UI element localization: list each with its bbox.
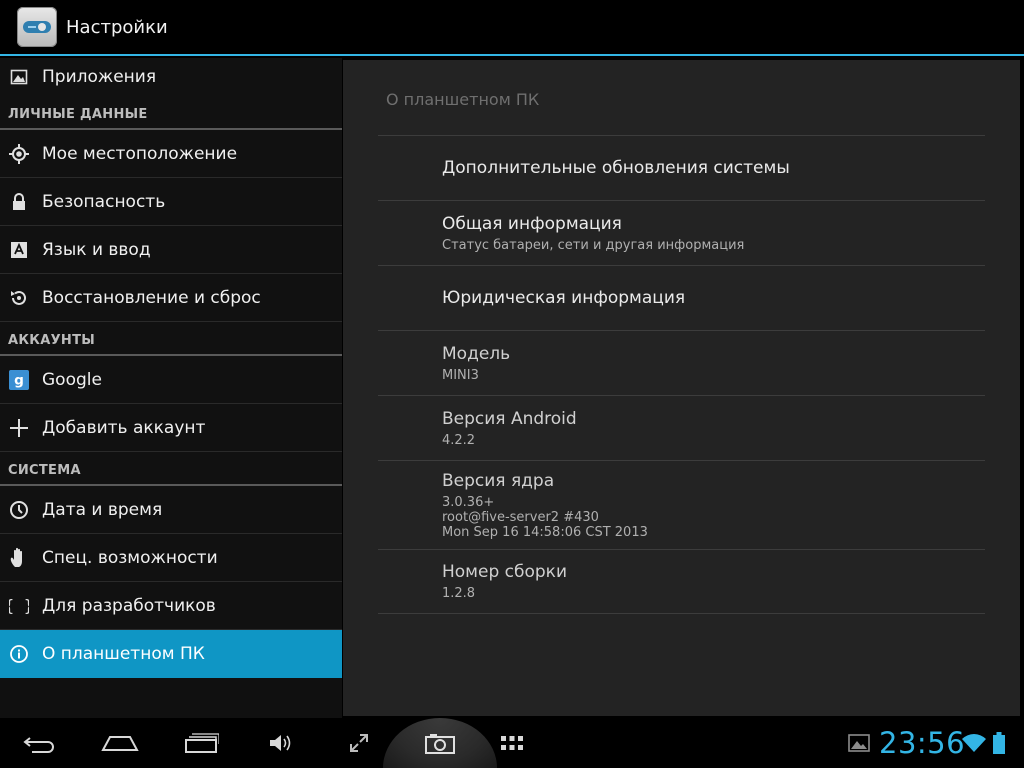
- about-list: Дополнительные обновления системы Общая …: [378, 135, 985, 614]
- list-item-model: Модель MINI3: [378, 330, 985, 395]
- clock[interactable]: 23:56: [879, 726, 965, 760]
- recent-apps-icon: [185, 733, 219, 753]
- battery-icon: [993, 732, 1005, 754]
- sidebar-item-label: Приложения: [42, 67, 157, 87]
- sidebar-item-label: Добавить аккаунт: [42, 417, 206, 438]
- recent-apps-button[interactable]: [181, 718, 221, 768]
- sidebar-item-label: Спец. возможности: [42, 547, 218, 568]
- apps-icon: [9, 67, 29, 87]
- sidebar-item-label: Дата и время: [42, 499, 163, 520]
- list-item-status[interactable]: Общая информация Статус батареи, сети и …: [378, 200, 985, 265]
- wifi-icon: [962, 734, 986, 752]
- action-bar: Настройки: [0, 0, 1024, 56]
- gallery-notification[interactable]: [846, 718, 872, 768]
- home-button[interactable]: [100, 718, 140, 768]
- sidebar-item-location[interactable]: Мое местоположение: [0, 130, 342, 178]
- sidebar-item-language[interactable]: Язык и ввод: [0, 226, 342, 274]
- list-item-summary-line2: root@five-server2 #430: [442, 509, 599, 525]
- sidebar-item-security[interactable]: Безопасность: [0, 178, 342, 226]
- svg-text:g: g: [14, 372, 24, 388]
- sidebar-item-google[interactable]: g Google: [0, 356, 342, 404]
- screenshot-button[interactable]: [420, 718, 460, 768]
- app-grid-icon: [501, 736, 523, 750]
- list-item-summary-line1: 3.0.36+: [442, 494, 495, 510]
- sidebar-item-label: Восстановление и сброс: [42, 287, 261, 308]
- sidebar-item-backup[interactable]: Восстановление и сброс: [0, 274, 342, 322]
- list-item-title: Юридическая информация: [442, 288, 686, 308]
- home-icon: [101, 736, 139, 751]
- list-item-summary-line3: Mon Sep 16 14:58:06 CST 2013: [442, 524, 648, 540]
- sidebar-item-label: Для разработчиков: [42, 595, 216, 616]
- sidebar-item-add-account[interactable]: Добавить аккаунт: [0, 404, 342, 452]
- language-icon: [9, 240, 29, 260]
- list-item-summary: Статус батареи, сети и другая информация: [442, 237, 745, 253]
- sidebar-item-apps[interactable]: Приложения: [0, 58, 342, 96]
- list-item-system-updates[interactable]: Дополнительные обновления системы: [378, 135, 985, 200]
- screen: Настройки Приложения ЛИЧНЫЕ ДАННЫЕ Мое м…: [0, 0, 1024, 768]
- list-item-kernel-version: Версия ядра 3.0.36+ root@five-server2 #4…: [378, 460, 985, 549]
- panel-title: О планшетном ПК: [386, 90, 540, 109]
- hand-icon: [9, 547, 29, 568]
- list-item-title: Номер сборки: [442, 562, 568, 582]
- battery-status: [991, 718, 1007, 768]
- app-title: Настройки: [66, 16, 168, 38]
- section-header-system: СИСТЕМА: [0, 452, 342, 486]
- volume-button[interactable]: [266, 718, 296, 768]
- backup-icon: [9, 288, 29, 308]
- list-item-summary: MINI3: [442, 367, 479, 383]
- sidebar-item-label: Язык и ввод: [42, 239, 151, 260]
- settings-app-icon[interactable]: [17, 7, 57, 47]
- list-item-android-version[interactable]: Версия Android 4.2.2: [378, 395, 985, 460]
- braces-icon: { }: [9, 596, 29, 616]
- list-item-title: Версия ядра: [442, 470, 555, 491]
- sidebar-item-label: Безопасность: [42, 191, 166, 212]
- list-item-title: Дополнительные обновления системы: [442, 158, 790, 178]
- sidebar-item-about[interactable]: О планшетном ПК: [0, 630, 342, 678]
- gallery-icon: [848, 734, 870, 752]
- settings-sidebar: Приложения ЛИЧНЫЕ ДАННЫЕ Мое местоположе…: [0, 58, 342, 718]
- about-panel: О планшетном ПК Дополнительные обновлени…: [343, 60, 1020, 716]
- list-item-title: Модель: [442, 343, 511, 364]
- all-apps-button[interactable]: [498, 718, 526, 768]
- expand-icon: [350, 734, 368, 752]
- wifi-status: [959, 718, 989, 768]
- list-item-summary: 1.2.8: [442, 586, 476, 601]
- sidebar-item-label: Мое местоположение: [42, 143, 238, 164]
- svg-text:{ }: { }: [9, 596, 29, 615]
- sidebar-item-datetime[interactable]: Дата и время: [0, 486, 342, 534]
- expand-button[interactable]: [346, 718, 372, 768]
- back-button[interactable]: [20, 718, 60, 768]
- plus-icon: [9, 418, 29, 438]
- navigation-bar: 23:56: [0, 718, 1024, 768]
- list-item-title: Версия Android: [442, 408, 577, 429]
- sidebar-item-developer[interactable]: { } Для разработчиков: [0, 582, 342, 630]
- clock-icon: [9, 500, 29, 520]
- info-icon: [9, 644, 29, 664]
- lock-icon: [9, 192, 29, 212]
- section-header-personal: ЛИЧНЫЕ ДАННЫЕ: [0, 96, 342, 130]
- volume-icon: [270, 735, 291, 751]
- location-icon: [9, 143, 29, 164]
- sidebar-item-label: О планшетном ПК: [42, 643, 205, 664]
- back-icon: [23, 737, 54, 753]
- sidebar-item-label: Google: [42, 369, 102, 390]
- list-item-build-number[interactable]: Номер сборки 1.2.8: [378, 549, 985, 614]
- sidebar-item-accessibility[interactable]: Спец. возможности: [0, 534, 342, 582]
- list-item-legal[interactable]: Юридическая информация: [378, 265, 985, 330]
- camera-icon: [425, 734, 455, 754]
- section-header-accounts: АККАУНТЫ: [0, 322, 342, 356]
- list-item-summary: 4.2.2: [442, 432, 476, 448]
- list-item-title: Общая информация: [442, 213, 622, 234]
- google-icon: g: [9, 369, 29, 390]
